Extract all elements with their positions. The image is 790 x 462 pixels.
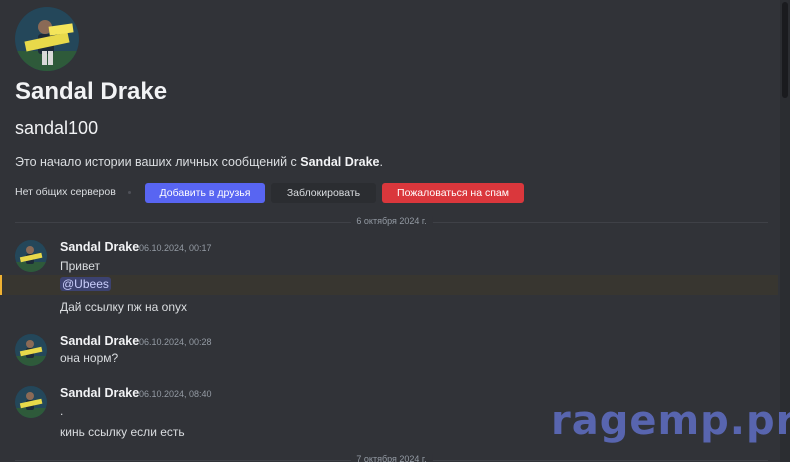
message-text: Привет: [60, 259, 101, 273]
profile-actions-row: Нет общих серверов Добавить в друзья Заб…: [15, 183, 575, 203]
message-avatar[interactable]: [15, 240, 47, 272]
scrollbar[interactable]: [780, 0, 790, 462]
profile-display-name: Sandal Drake: [15, 78, 168, 105]
dm-channel-scroll-area[interactable]: Sandal Drake sandal100 Это начало истори…: [0, 0, 790, 462]
message-text: .: [60, 404, 64, 418]
message-author[interactable]: Sandal Drake: [60, 240, 139, 254]
dm-intro-text: Это начало истории ваших личных сообщени…: [15, 155, 383, 169]
message-timestamp: 06.10.2024, 00:17: [139, 243, 212, 253]
profile-username: sandal100: [15, 118, 99, 138]
report-spam-button[interactable]: Пожаловаться на спам: [382, 183, 524, 203]
avatar-image: [15, 334, 47, 366]
message-timestamp: 06.10.2024, 00:28: [139, 337, 212, 347]
message-text: она норм?: [60, 351, 119, 365]
message-avatar[interactable]: [15, 386, 47, 418]
message-avatar[interactable]: [15, 334, 47, 366]
message-group[interactable]: Sandal Drake 06.10.2024, 00:17 Привет @U…: [0, 238, 780, 318]
avatar-image: [15, 240, 47, 272]
date-divider-label: 7 октября 2024 г.: [350, 454, 433, 462]
mention-highlight-row: @Ubees: [0, 275, 778, 295]
scrollbar-thumb[interactable]: [782, 2, 788, 98]
avatar-image: [15, 386, 47, 418]
watermark: ragemp.pro: [551, 398, 790, 444]
message-text: Дай ссылку пж на onyx: [60, 300, 188, 314]
date-divider: 6 октября 2024 г.: [15, 216, 768, 228]
date-divider: 7 октября 2024 г.: [15, 454, 768, 462]
dm-intro-prefix: Это начало истории ваших личных сообщени…: [15, 155, 301, 169]
message-text: кинь ссылку если есть: [60, 425, 185, 439]
block-button[interactable]: Заблокировать: [271, 183, 376, 203]
date-divider-label: 6 октября 2024 г.: [350, 216, 433, 226]
dm-intro-name[interactable]: Sandal Drake: [300, 155, 379, 169]
message-group[interactable]: Sandal Drake 06.10.2024, 00:28 она норм?: [0, 332, 780, 372]
message-author[interactable]: Sandal Drake: [60, 334, 139, 348]
user-mention[interactable]: @Ubees: [60, 277, 111, 291]
profile-avatar[interactable]: [15, 7, 79, 71]
add-friend-button[interactable]: Добавить в друзья: [145, 183, 265, 203]
dm-intro-suffix: .: [379, 155, 383, 169]
profile-avatar-image: [15, 7, 79, 71]
message-timestamp: 06.10.2024, 08:40: [139, 389, 212, 399]
separator-dot: [128, 191, 131, 194]
message-author[interactable]: Sandal Drake: [60, 386, 139, 400]
mutual-servers-text: Нет общих серверов: [15, 186, 116, 198]
